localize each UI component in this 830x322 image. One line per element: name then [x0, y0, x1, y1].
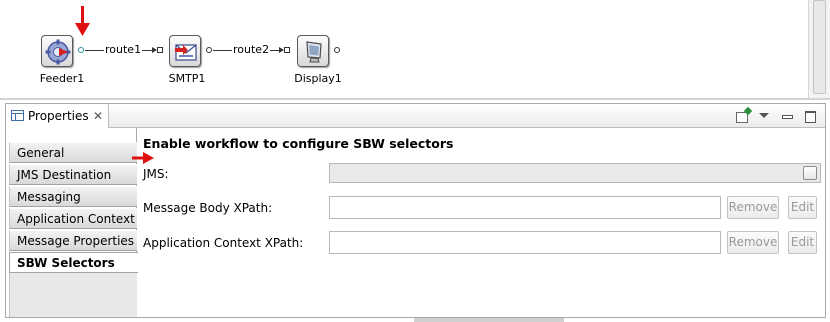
- application-context-remove-button[interactable]: Remove: [727, 231, 779, 254]
- close-tab-icon[interactable]: ✕: [93, 104, 103, 128]
- diagram-canvas[interactable]: Feeder1 route1 SMTP1 route2 Display1: [0, 0, 830, 100]
- category-application-context[interactable]: Application Context: [9, 208, 137, 229]
- category-messaging[interactable]: Messaging: [9, 186, 137, 207]
- smtp-input-port[interactable]: [157, 47, 163, 53]
- message-body-xpath-label: Message Body XPath:: [143, 201, 273, 215]
- category-message-properties[interactable]: Message Properties: [9, 230, 137, 251]
- message-body-edit-button[interactable]: Edit: [788, 196, 817, 219]
- display-node[interactable]: [297, 35, 329, 67]
- canvas-vertical-scrollbar[interactable]: [808, 0, 830, 100]
- feeder-node-label: Feeder1: [39, 72, 85, 85]
- category-list: General JMS Destination Messaging Applic…: [6, 128, 138, 317]
- message-body-xpath-input[interactable]: [329, 196, 721, 219]
- email-icon: [175, 44, 197, 61]
- annotation-arrow-down-icon: [75, 6, 90, 36]
- smtp-node[interactable]: [169, 35, 201, 67]
- properties-view: Properties ✕ General JMS Destination Mes…: [5, 103, 826, 318]
- annotation-arrow-right-icon: [132, 152, 154, 164]
- canvas-scroll-thumb[interactable]: [813, 0, 826, 94]
- route2-label: route2: [232, 43, 271, 56]
- jms-label: JMS:: [143, 167, 169, 181]
- route1-label: route1: [104, 43, 143, 56]
- view-menu-icon[interactable]: [757, 109, 771, 123]
- properties-view-header: Properties ✕: [6, 104, 825, 128]
- smtp-node-label: SMTP1: [168, 72, 206, 85]
- application-context-xpath-label: Application Context XPath:: [143, 236, 304, 250]
- display-output-port[interactable]: [334, 47, 340, 53]
- application-context-xpath-input[interactable]: [329, 231, 721, 254]
- maximize-icon[interactable]: [803, 109, 817, 123]
- minimize-icon[interactable]: [780, 109, 794, 123]
- message-body-remove-button[interactable]: Remove: [727, 196, 779, 219]
- canvas-divider: [0, 98, 830, 100]
- gear-feeder-icon: [45, 39, 71, 65]
- category-jms-destination[interactable]: JMS Destination: [9, 164, 137, 185]
- application-context-edit-button[interactable]: Edit: [788, 231, 817, 254]
- view-toolbar: [736, 108, 817, 124]
- category-list-empty-area: [9, 272, 137, 317]
- feeder-output-port[interactable]: [78, 47, 84, 53]
- feeder-node[interactable]: [41, 35, 73, 67]
- display-input-port[interactable]: [284, 47, 290, 53]
- jms-field: [329, 163, 821, 183]
- category-general[interactable]: General: [9, 142, 137, 163]
- smtp-output-port[interactable]: [206, 47, 212, 53]
- jms-checkbox[interactable]: [803, 166, 817, 180]
- sbw-selectors-form: Enable workflow to configure SBW selecto…: [137, 128, 825, 317]
- monitor-icon: [306, 41, 322, 63]
- properties-table-icon: [11, 110, 24, 121]
- properties-tab-title: Properties: [28, 109, 89, 123]
- bottom-scrollbar-stub[interactable]: [414, 318, 564, 322]
- pin-to-selection-icon[interactable]: [736, 111, 748, 123]
- category-sbw-selectors[interactable]: SBW Selectors: [9, 252, 138, 273]
- form-heading: Enable workflow to configure SBW selecto…: [143, 136, 454, 151]
- display-node-label: Display1: [294, 72, 342, 85]
- properties-tab[interactable]: Properties ✕: [6, 104, 109, 128]
